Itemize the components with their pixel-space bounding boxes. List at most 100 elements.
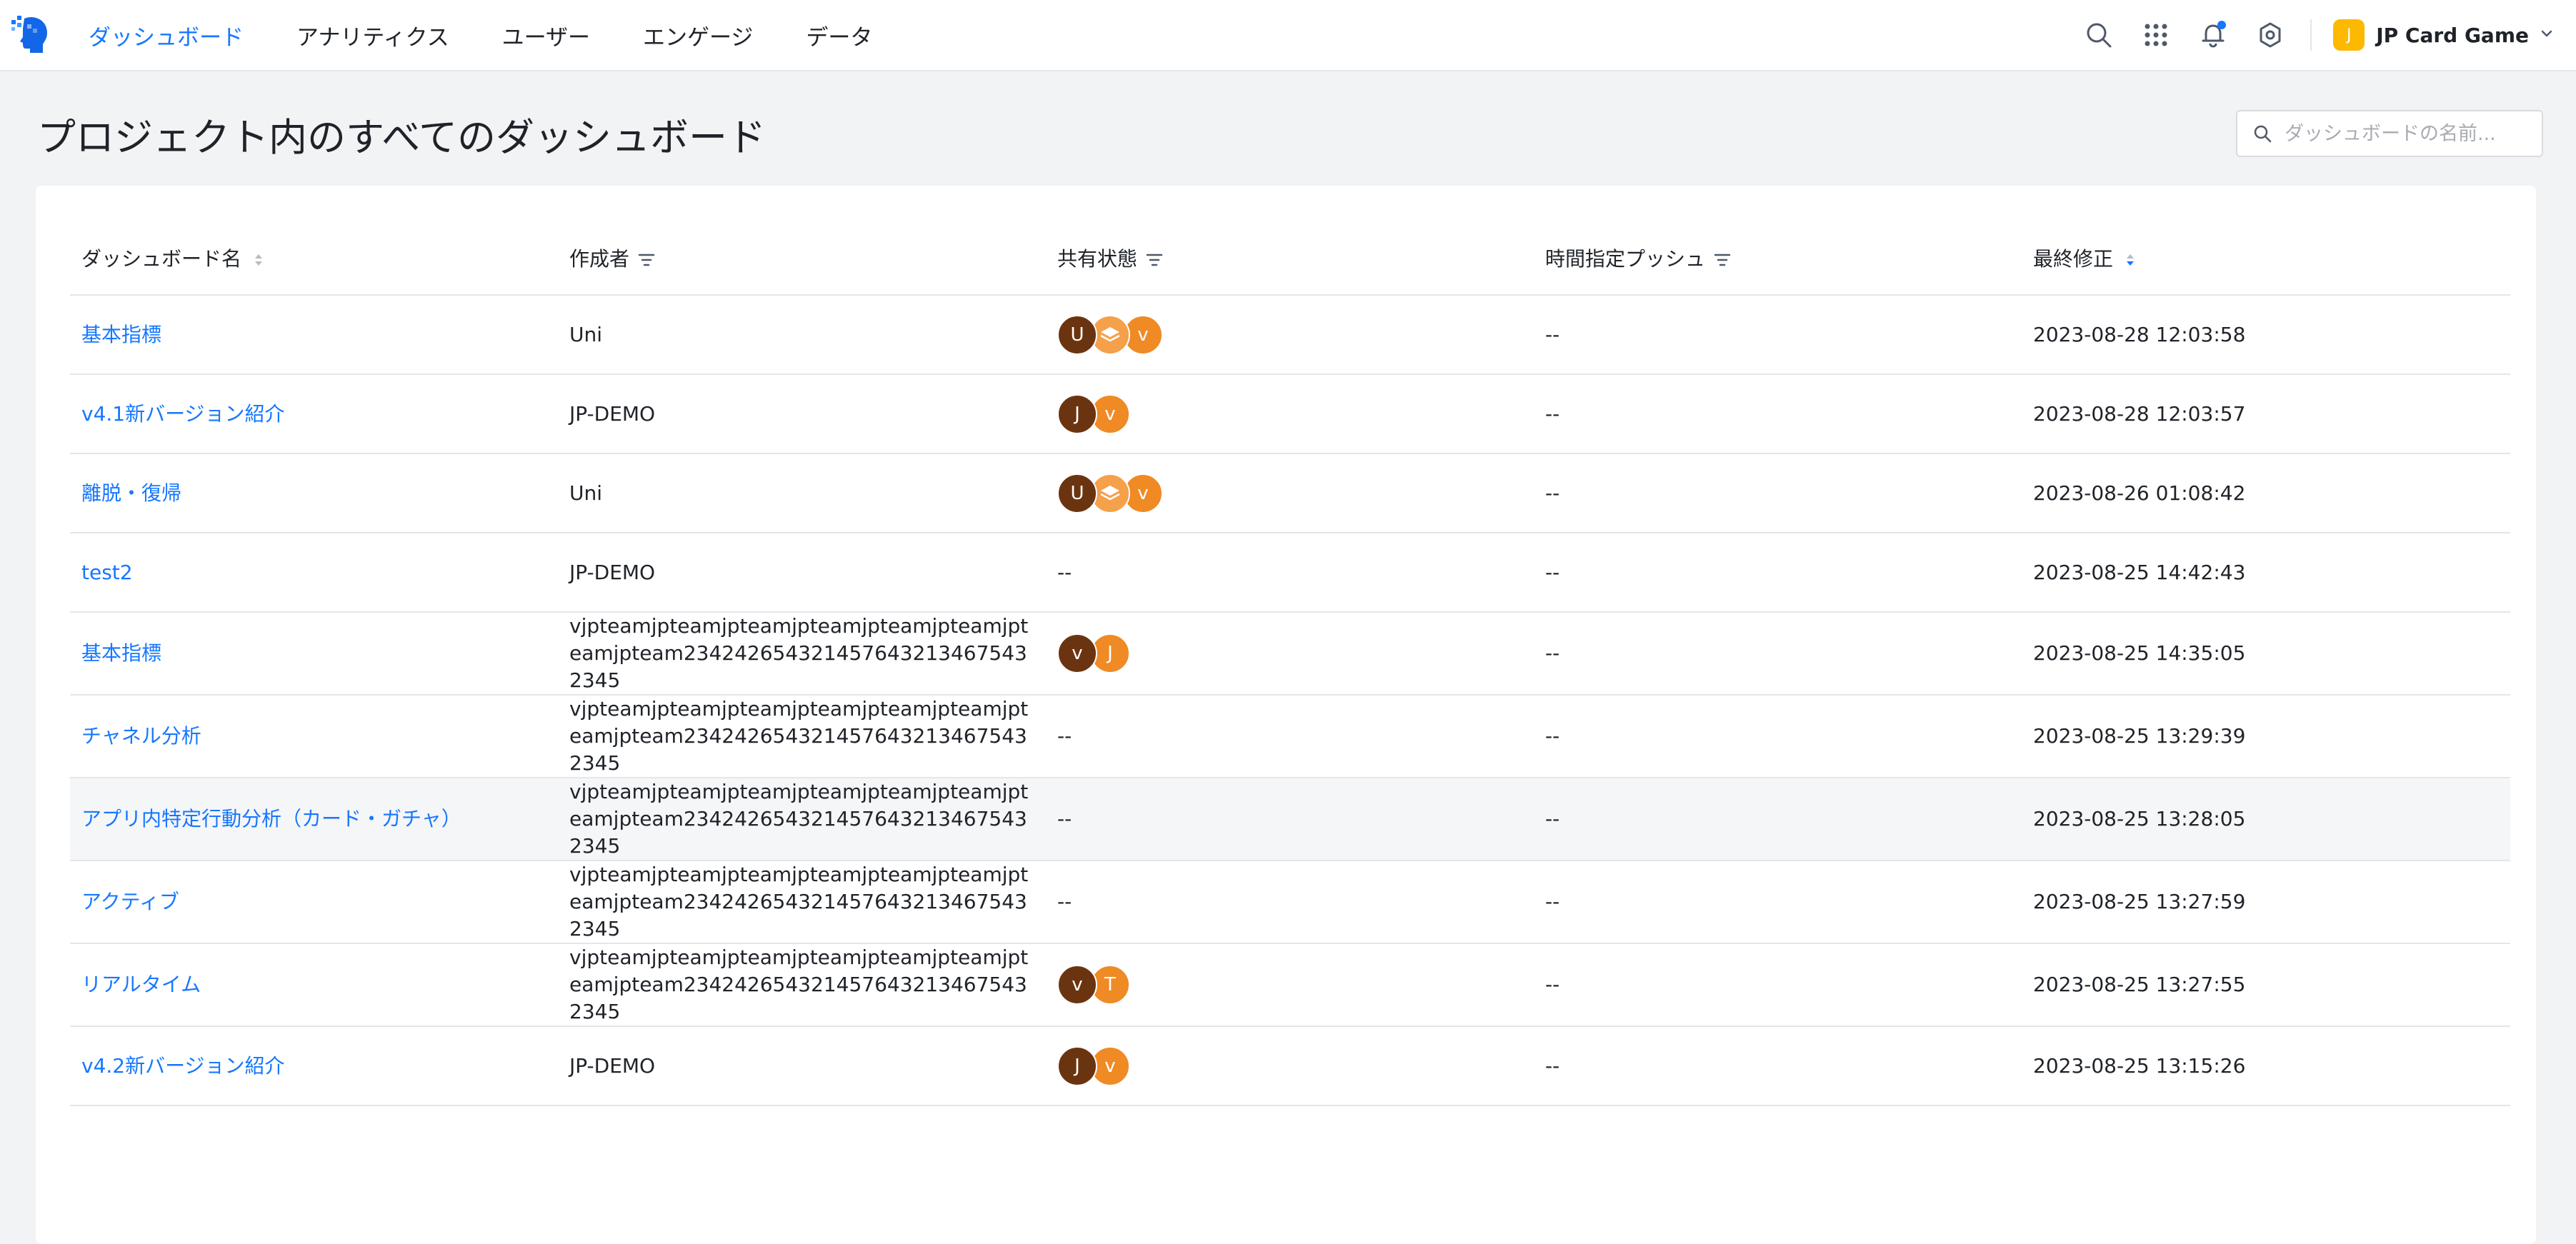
dashboard-name-link[interactable]: リアルタイム	[81, 973, 201, 996]
project-name: JP Card Game	[2376, 23, 2529, 47]
dashboard-name-link[interactable]: アクティブ	[81, 890, 179, 913]
table-header-row: ダッシュボード名 作成者 共有状態 時間指定プッシュ 最終修正	[70, 221, 2510, 296]
scheduled-push-value: --	[1545, 1053, 1560, 1078]
column-header-label: 作成者	[569, 247, 630, 271]
creator-name: JP-DEMO	[569, 401, 656, 426]
main-nav: ダッシュボード アナリティクス ユーザー エンゲージ データ	[89, 0, 925, 70]
last-modified-time: 2023-08-28 12:03:58	[2033, 322, 2246, 346]
last-modified-time: 2023-08-25 13:27:55	[2033, 973, 2246, 996]
nav-dashboard[interactable]: ダッシュボード	[89, 19, 244, 51]
dashboard-name-link[interactable]: 離脱・復帰	[81, 481, 181, 505]
column-header-label: 共有状態	[1057, 247, 1138, 271]
column-header-label: 時間指定プッシュ	[1545, 247, 1706, 271]
scheduled-push-value: --	[1545, 641, 1560, 665]
page-title: プロジェクト内のすべてのダッシュボード	[37, 115, 767, 160]
sharing-empty: --	[1057, 560, 1072, 584]
user-avatar: v	[1057, 633, 1097, 673]
search-icon	[2254, 125, 2272, 143]
last-modified-time: 2023-08-28 12:03:57	[2033, 401, 2246, 426]
scheduled-push-value: --	[1545, 322, 1560, 346]
column-header-modified[interactable]: 最終修正	[2022, 221, 2510, 296]
creator-name: vjpteamjpteamjpteamjpteamjpteamjpteamjpt…	[569, 945, 1029, 1023]
dashboard-name-link[interactable]: v4.2新バージョン紹介	[81, 1054, 285, 1078]
column-header-label: 最終修正	[2033, 247, 2114, 271]
table-row[interactable]: アプリ内特定行動分析（カード・ガチャ） vjpteamjpteamjpteamj…	[70, 778, 2510, 861]
column-header-sharing[interactable]: 共有状態	[1046, 221, 1534, 296]
last-modified-time: 2023-08-25 13:28:05	[2033, 807, 2246, 831]
dashboard-list-card: ダッシュボード名 作成者 共有状態 時間指定プッシュ 最終修正 基本指標 Uni…	[36, 186, 2536, 1244]
dashboard-search-box[interactable]	[2236, 110, 2543, 157]
creator-name: vjpteamjpteamjpteamjpteamjpteamjpteamjpt…	[569, 697, 1029, 775]
last-modified-time: 2023-08-25 14:35:05	[2033, 641, 2246, 665]
column-header-name[interactable]: ダッシュボード名	[70, 221, 558, 296]
table-row[interactable]: v4.1新バージョン紹介 JP-DEMO Jv -- 2023-08-28 12…	[70, 374, 2510, 454]
dashboard-name-link[interactable]: test2	[81, 561, 133, 584]
last-modified-time: 2023-08-26 01:08:42	[2033, 481, 2246, 505]
nav-users[interactable]: ユーザー	[502, 19, 590, 51]
nav-analytics[interactable]: アナリティクス	[296, 19, 449, 51]
user-avatar: J	[1057, 393, 1097, 434]
creator-name: JP-DEMO	[569, 560, 656, 584]
dashboard-search-input[interactable]	[2283, 121, 2542, 146]
filter-icon[interactable]	[1144, 250, 1164, 270]
table-row[interactable]: v4.2新バージョン紹介 JP-DEMO Jv -- 2023-08-25 13…	[70, 1026, 2510, 1106]
nav-engage[interactable]: エンゲージ	[643, 19, 753, 51]
creator-name: JP-DEMO	[569, 1053, 656, 1078]
dashboard-table: ダッシュボード名 作成者 共有状態 時間指定プッシュ 最終修正 基本指標 Uni…	[70, 221, 2510, 1106]
table-row[interactable]: アクティブ vjpteamjpteamjpteamjpteamjpteamjpt…	[70, 861, 2510, 944]
table-row[interactable]: 基本指標 Uni Uv -- 2023-08-28 12:03:58	[70, 295, 2510, 375]
nav-data[interactable]: データ	[806, 19, 872, 51]
sharing-avatars: Jv	[1057, 1045, 1522, 1086]
top-right-toolbar: J JP Card Game	[2082, 0, 2576, 70]
column-header-push[interactable]: 時間指定プッシュ	[1534, 221, 2022, 296]
last-modified-time: 2023-08-25 13:15:26	[2033, 1053, 2246, 1078]
user-avatar: U	[1057, 314, 1097, 355]
column-header-label: ダッシュボード名	[81, 247, 242, 271]
sharing-empty: --	[1057, 807, 1072, 831]
dashboard-name-link[interactable]: チャネル分析	[81, 724, 201, 748]
scheduled-push-value: --	[1545, 560, 1560, 584]
scheduled-push-value: --	[1545, 973, 1560, 996]
table-row[interactable]: 離脱・復帰 Uni Uv -- 2023-08-26 01:08:42	[70, 453, 2510, 533]
scheduled-push-value: --	[1545, 807, 1560, 831]
settings-gear-icon[interactable]	[2253, 18, 2287, 52]
creator-name: vjpteamjpteamjpteamjpteamjpteamjpteamjpt…	[569, 863, 1029, 940]
scheduled-push-value: --	[1545, 401, 1560, 426]
last-modified-time: 2023-08-25 14:42:43	[2033, 560, 2246, 584]
project-badge: J	[2333, 19, 2365, 51]
search-icon[interactable]	[2082, 18, 2116, 52]
sort-icon[interactable]	[249, 250, 269, 270]
table-row[interactable]: test2 JP-DEMO -- -- 2023-08-25 14:42:43	[70, 533, 2510, 613]
notification-bell-icon[interactable]	[2196, 18, 2230, 52]
sharing-avatars: Uv	[1057, 314, 1522, 355]
table-row[interactable]: チャネル分析 vjpteamjpteamjpteamjpteamjpteamjp…	[70, 695, 2510, 778]
app-logo-icon[interactable]	[10, 13, 53, 56]
creator-name: Uni	[569, 322, 603, 346]
filter-icon[interactable]	[636, 250, 657, 270]
toolbar-divider	[2310, 19, 2312, 51]
scheduled-push-value: --	[1545, 724, 1560, 748]
creator-name: Uni	[569, 481, 603, 505]
user-avatar: U	[1057, 473, 1097, 513]
last-modified-time: 2023-08-25 13:27:59	[2033, 890, 2246, 913]
dashboard-name-link[interactable]: アプリ内特定行動分析（カード・ガチャ）	[81, 807, 461, 831]
table-body: 基本指標 Uni Uv -- 2023-08-28 12:03:58 v4.1新…	[70, 295, 2510, 1106]
table-row[interactable]: リアルタイム vjpteamjpteamjpteamjpteamjpteamjp…	[70, 943, 2510, 1027]
scheduled-push-value: --	[1545, 890, 1560, 913]
sharing-avatars: Jv	[1057, 393, 1522, 434]
dashboard-name-link[interactable]: 基本指標	[81, 641, 161, 665]
project-switcher[interactable]: J JP Card Game	[2333, 19, 2555, 51]
creator-name: vjpteamjpteamjpteamjpteamjpteamjpteamjpt…	[569, 614, 1029, 692]
top-navigation-bar: ダッシュボード アナリティクス ユーザー エンゲージ データ J JP Card…	[0, 0, 2576, 71]
dashboard-name-link[interactable]: 基本指標	[81, 323, 161, 346]
apps-grid-icon[interactable]	[2139, 18, 2173, 52]
user-avatar: v	[1057, 965, 1097, 1005]
column-header-creator[interactable]: 作成者	[558, 221, 1046, 296]
sharing-avatars: vT	[1057, 965, 1522, 1005]
dashboard-name-link[interactable]: v4.1新バージョン紹介	[81, 402, 285, 426]
filter-icon[interactable]	[1712, 250, 1732, 270]
table-row[interactable]: 基本指標 vjpteamjpteamjpteamjpteamjpteamjpte…	[70, 612, 2510, 696]
sort-desc-icon[interactable]	[2120, 250, 2140, 270]
scheduled-push-value: --	[1545, 481, 1560, 505]
creator-name: vjpteamjpteamjpteamjpteamjpteamjpteamjpt…	[569, 780, 1029, 858]
